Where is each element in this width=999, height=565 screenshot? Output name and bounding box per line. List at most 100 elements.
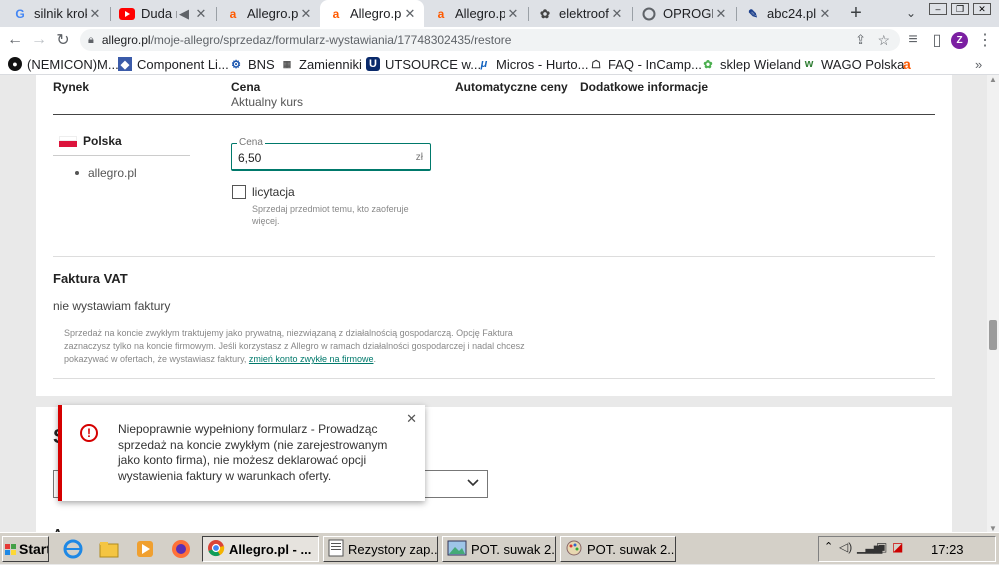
- page-scrollbar[interactable]: ▲ ▼: [987, 75, 999, 533]
- error-icon: !: [80, 424, 98, 442]
- windows-logo-icon: [5, 543, 16, 555]
- tab-allegro-active[interactable]: a Allegro.pl ✕: [320, 0, 424, 27]
- media-icon[interactable]: ≡: [902, 29, 924, 51]
- bookmark-icon: ☖: [591, 58, 601, 71]
- safely-remove-icon[interactable]: ▣: [876, 540, 887, 554]
- tab-elektroofer[interactable]: ✿ elektroofer ✕: [529, 0, 631, 27]
- col-header-market: Rynek: [53, 80, 90, 94]
- start-button[interactable]: Start: [2, 536, 49, 562]
- close-icon[interactable]: ✕: [193, 6, 209, 22]
- tab-search-icon[interactable]: ⌄: [903, 4, 919, 22]
- more-bookmarks-icon[interactable]: »: [975, 55, 982, 73]
- taskbar-window-label: Rezystory zap...: [348, 541, 438, 557]
- taskbar-rezystory-window[interactable]: Rezystory zap...: [323, 536, 438, 562]
- bookmark-bns[interactable]: ⚙ BNS: [229, 55, 275, 73]
- tab-allegro-3[interactable]: a Allegro.pl ✕: [425, 0, 527, 27]
- bookmark-zamienniki[interactable]: ▦ Zamienniki: [280, 55, 362, 73]
- close-icon[interactable]: ✕: [817, 6, 833, 22]
- price-input[interactable]: Cena 6,50 zł: [231, 137, 431, 171]
- restore-icon[interactable]: ❐: [951, 3, 969, 15]
- tab-label: Allegro.pl: [247, 6, 298, 21]
- minimize-icon[interactable]: –: [929, 3, 947, 15]
- auction-help: Sprzedaj przedmiot temu, kto zaoferuje w…: [252, 204, 409, 226]
- address-bar[interactable]: 🔒︎ allegro.pl/moje-allegro/sprzedaz/form…: [80, 29, 900, 51]
- speaker-icon[interactable]: ◀: [177, 6, 191, 22]
- profile-avatar[interactable]: Z: [951, 32, 968, 49]
- web-icon: [641, 6, 657, 22]
- tab-abc24[interactable]: ✎ abc24.pl ✕: [737, 0, 839, 27]
- side-panel-icon[interactable]: ▯: [926, 29, 948, 51]
- paint-icon: [565, 539, 583, 560]
- reload-icon[interactable]: ↻: [52, 29, 74, 51]
- clock[interactable]: 17:23: [931, 542, 964, 557]
- tab-oprogram[interactable]: OPROGRAM ✕: [633, 0, 735, 27]
- taskbar-chrome-window[interactable]: Allegro.pl - ...: [202, 536, 319, 562]
- close-window-icon[interactable]: ✕: [973, 3, 991, 15]
- auction-label[interactable]: licytacja: [252, 185, 295, 199]
- bookmark-wieland[interactable]: ✿ sklep Wieland: [701, 55, 801, 73]
- bookmark-faq[interactable]: ☖ FAQ - InCamp...: [589, 55, 702, 73]
- menu-icon[interactable]: ⋮: [974, 29, 996, 51]
- tab-duda[interactable]: Duda re ◀ ✕: [111, 0, 215, 27]
- tab-strip: G silnik krok ✕ Duda re ◀ ✕ a Allegro.pl…: [0, 0, 999, 27]
- lock-icon[interactable]: 🔒︎: [88, 34, 94, 47]
- close-icon[interactable]: ✕: [402, 6, 418, 22]
- back-icon[interactable]: ←: [4, 29, 26, 51]
- close-icon[interactable]: ✕: [406, 411, 417, 427]
- tab-silnik[interactable]: G silnik krok ✕: [4, 0, 109, 27]
- volume-icon[interactable]: ◁): [839, 540, 852, 554]
- bookmark-utsource[interactable]: U UTSOURCE w...: [366, 55, 481, 73]
- share-icon[interactable]: ⇪: [855, 32, 866, 48]
- price-value[interactable]: 6,50: [238, 151, 261, 165]
- scroll-up-icon[interactable]: ▲: [987, 75, 999, 84]
- tab-label: OPROGRAM: [663, 6, 713, 21]
- invoice-divider: [53, 378, 935, 379]
- tab-label: elektroofer: [559, 6, 609, 21]
- close-icon[interactable]: ✕: [713, 6, 729, 22]
- bookmarks-bar: ● (NEMICON)M... ◆ Component Li... ⚙ BNS …: [0, 53, 999, 75]
- taskbar-pot-window-1[interactable]: POT. suwak 2...: [442, 536, 556, 562]
- new-tab-button[interactable]: +: [845, 2, 867, 24]
- bookmark-label: Micros - Hurto...: [496, 56, 589, 72]
- bookmark-wago[interactable]: w WAGO Polska: [802, 55, 905, 73]
- bookmark-micros[interactable]: μ Micros - Hurto...: [477, 55, 589, 73]
- bookmark-icon: μ: [480, 58, 488, 70]
- close-icon[interactable]: ✕: [609, 6, 625, 22]
- tab-label: silnik krok: [34, 6, 87, 21]
- col-header-price-sub: Aktualny kurs: [231, 95, 304, 109]
- image-viewer-icon: [447, 539, 467, 560]
- error-toast: ! Niepoprawnie wypełniony formularz - Pr…: [58, 405, 425, 501]
- system-tray: ⌃ ◁) ▁▃▅ ▣ ◪ 17:23: [818, 536, 996, 562]
- bookmark-component[interactable]: ◆ Component Li...: [118, 55, 229, 73]
- close-icon[interactable]: ✕: [298, 6, 314, 22]
- ie-icon[interactable]: [62, 538, 84, 560]
- firefox-icon[interactable]: [170, 538, 192, 560]
- taskbar-pot-window-2[interactable]: POT. suwak 2...: [560, 536, 676, 562]
- security-icon[interactable]: ◪: [892, 540, 903, 554]
- header-divider: [53, 114, 935, 115]
- market-site: allegro.pl: [88, 166, 137, 180]
- allegro-icon: a: [229, 6, 237, 21]
- scroll-down-icon[interactable]: ▼: [987, 524, 999, 533]
- scrollbar-thumb[interactable]: [989, 320, 997, 350]
- elektro-icon: ✿: [539, 6, 551, 21]
- invoice-value: nie wystawiam faktury: [53, 299, 171, 313]
- star-icon[interactable]: ☆: [877, 32, 890, 49]
- forward-icon[interactable]: →: [28, 29, 50, 51]
- tab-allegro-1[interactable]: a Allegro.pl ✕: [217, 0, 320, 27]
- invoice-note-end: .: [373, 354, 376, 364]
- close-icon[interactable]: ✕: [87, 6, 103, 22]
- close-icon[interactable]: ✕: [505, 6, 521, 22]
- bookmark-nemicon[interactable]: ● (NEMICON)M...: [8, 55, 119, 73]
- change-account-link[interactable]: zmień konto zwykłe na firmowe: [249, 354, 374, 364]
- auction-checkbox[interactable]: [232, 185, 246, 199]
- tray-expand-icon[interactable]: ⌃: [824, 540, 833, 553]
- bookmark-icon: U: [366, 57, 380, 71]
- bookmark-allegro[interactable]: a: [903, 55, 911, 73]
- browser-toolbar: ← → ↻ 🔒︎ allegro.pl/moje-allegro/sprzeda…: [0, 27, 999, 53]
- poland-flag-icon: [59, 136, 77, 147]
- bullet-icon: [75, 171, 79, 175]
- media-player-icon[interactable]: [134, 538, 156, 560]
- currency-label: zł: [415, 152, 423, 163]
- explorer-icon[interactable]: [98, 538, 120, 560]
